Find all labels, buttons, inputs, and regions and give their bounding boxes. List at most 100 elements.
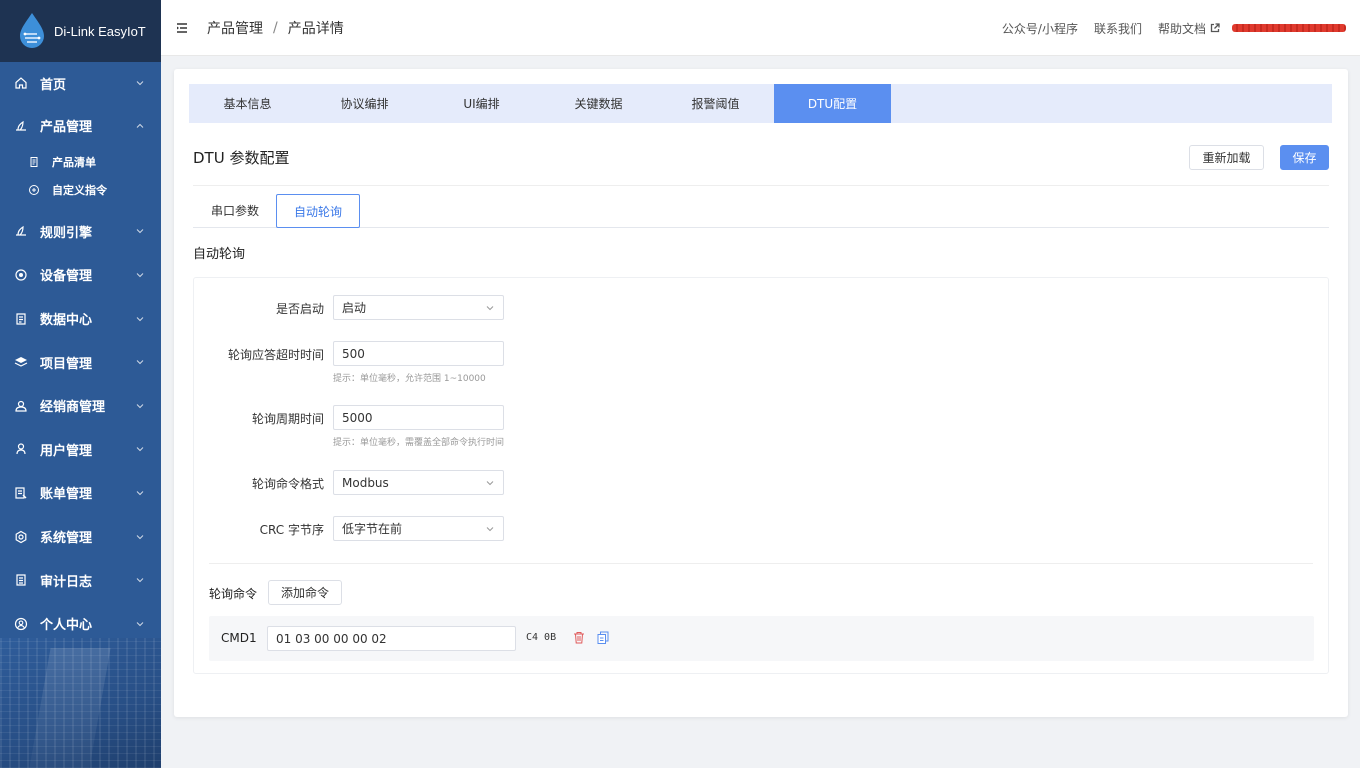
timeout-input-field[interactable] — [342, 346, 503, 361]
water-drop-logo-icon — [20, 13, 44, 48]
timeout-label: 轮询应答超时时间 — [227, 348, 324, 362]
period-hint: 提示：单位毫秒，需覆盖全部命令执行时间 — [333, 438, 505, 448]
sidebar-item-home[interactable]: 首页 — [0, 62, 161, 104]
period-input-field[interactable] — [342, 410, 503, 425]
command-input-field[interactable] — [276, 631, 515, 646]
sidebar-item-label: 设备管理 — [40, 269, 93, 285]
sidebar-item-label: 产品管理 — [40, 120, 93, 136]
sidebar-item-product[interactable]: 产品管理 — [0, 104, 161, 148]
sidebar-item-custom-command[interactable]: 自定义指令 — [0, 176, 161, 204]
crc-label: CRC 字节序 — [259, 523, 324, 537]
brand-name: Di-Link EasyIoT — [54, 23, 146, 39]
sidebar-subitem-label: 自定义指令 — [52, 183, 107, 197]
home-icon — [14, 76, 28, 90]
sidebar-item-label: 系统管理 — [40, 531, 93, 547]
format-select-value: Modbus — [342, 475, 389, 490]
period-label: 轮询周期时间 — [251, 412, 324, 426]
product-tabs: 基本信息 协议编排 UI编排 关键数据 报警阈值 DTU配置 — [189, 84, 1332, 123]
chevron-down-icon — [136, 273, 144, 278]
tab-key-data[interactable]: 关键数据 — [540, 84, 657, 123]
tab-dtu-config[interactable]: DTU配置 — [774, 84, 891, 123]
page-title: DTU 参数配置 — [193, 149, 290, 167]
tab-alarm-threshold[interactable]: 报警阈值 — [657, 84, 774, 123]
chevron-down-icon — [486, 306, 494, 311]
sidebar-item-label: 用户管理 — [40, 443, 93, 459]
chevron-down-icon — [486, 481, 494, 486]
tab-basic-info[interactable]: 基本信息 — [189, 84, 306, 123]
sidebar-item-users[interactable]: 用户管理 — [0, 428, 161, 472]
sidebar-item-data-center[interactable]: 数据中心 — [0, 297, 161, 341]
save-button[interactable]: 保存 — [1280, 145, 1329, 170]
top-header: 产品管理 / 产品详情 公众号/小程序 联系我们 帮助文档 — [161, 0, 1360, 56]
sidebar-item-bills[interactable]: 账单管理 — [0, 471, 161, 515]
sidebar: Di-Link EasyIoT 首页 产品管理 产品清单 自定义指令 规则引擎 — [0, 0, 161, 768]
menu-toggle-icon[interactable] — [175, 21, 189, 35]
layers-icon — [14, 355, 28, 369]
tab-protocol[interactable]: 协议编排 — [306, 84, 423, 123]
sidebar-item-label: 审计日志 — [40, 574, 93, 590]
brand[interactable]: Di-Link EasyIoT — [0, 0, 161, 62]
reload-button[interactable]: 重新加载 — [1189, 145, 1264, 170]
sidebar-item-product-list[interactable]: 产品清单 — [0, 148, 161, 176]
settings-icon — [14, 530, 28, 544]
enable-label: 是否启动 — [275, 302, 324, 316]
user-account-redacted[interactable] — [1232, 24, 1346, 32]
rule-icon — [14, 224, 28, 238]
product-icon — [14, 119, 28, 133]
section-heading: 自动轮询 — [193, 247, 246, 262]
period-input[interactable] — [333, 405, 504, 430]
polling-form: 是否启动 启动 轮询应答超时时间 提示：单位毫秒，允许范围 1~10000 轮询… — [193, 277, 1329, 674]
chevron-down-icon — [136, 229, 144, 234]
copy-icon[interactable] — [597, 631, 609, 644]
crc-select-value: 低字节在前 — [342, 522, 403, 536]
breadcrumb-item-product[interactable]: 产品管理 — [207, 18, 263, 38]
enable-select[interactable]: 启动 — [333, 295, 504, 320]
divider — [193, 185, 1329, 186]
command-input[interactable] — [267, 626, 516, 651]
chevron-up-icon — [136, 123, 144, 128]
user-icon — [14, 442, 28, 456]
sidebar-item-profile[interactable]: 个人中心 — [0, 602, 161, 646]
breadcrumb-separator: / — [273, 19, 278, 36]
help-docs-label: 帮助文档 — [1157, 21, 1206, 36]
timeout-hint: 提示：单位毫秒，允许范围 1~10000 — [333, 374, 486, 384]
dealer-icon — [14, 399, 28, 413]
header-links: 公众号/小程序 联系我们 帮助文档 — [986, 0, 1346, 56]
product-detail-card: 基本信息 协议编排 UI编排 关键数据 报警阈值 DTU配置 DTU 参数配置 … — [174, 69, 1348, 717]
sidebar-item-audit-log[interactable]: 审计日志 — [0, 558, 161, 602]
sidebar-item-rule-engine[interactable]: 规则引擎 — [0, 210, 161, 254]
chevron-down-icon — [486, 527, 494, 532]
sidebar-item-project[interactable]: 项目管理 — [0, 340, 161, 384]
chevron-down-icon — [136, 621, 144, 626]
chevron-down-icon — [136, 534, 144, 539]
timeout-input[interactable] — [333, 341, 504, 366]
sidebar-item-label: 项目管理 — [40, 356, 93, 372]
command-label: CMD1 — [221, 631, 257, 645]
command-crc: C4 0B — [526, 632, 557, 643]
command-row: CMD1 C4 0B — [209, 616, 1314, 661]
sidebar-item-device[interactable]: 设备管理 — [0, 253, 161, 297]
data-icon — [14, 312, 28, 326]
config-subtabs: 串口参数 自动轮询 — [193, 194, 1329, 228]
wechat-link[interactable]: 公众号/小程序 — [1002, 20, 1078, 37]
external-link-icon — [1210, 23, 1220, 33]
chevron-down-icon — [136, 447, 144, 452]
format-select[interactable]: Modbus — [333, 470, 504, 495]
tab-ui-layout[interactable]: UI编排 — [423, 84, 540, 123]
subtab-serial-params[interactable]: 串口参数 — [193, 194, 277, 227]
delete-icon[interactable] — [573, 631, 585, 644]
add-command-button[interactable]: 添加命令 — [268, 580, 342, 605]
contact-link[interactable]: 联系我们 — [1094, 20, 1142, 37]
crc-select[interactable]: 低字节在前 — [333, 516, 504, 541]
sidebar-item-system[interactable]: 系统管理 — [0, 515, 161, 559]
sidebar-item-label: 规则引擎 — [40, 225, 93, 241]
sidebar-item-dealer[interactable]: 经销商管理 — [0, 384, 161, 428]
chevron-down-icon — [136, 491, 144, 496]
product-submenu: 产品清单 自定义指令 — [0, 148, 161, 210]
list-icon — [28, 156, 40, 168]
subtab-auto-polling[interactable]: 自动轮询 — [276, 194, 360, 228]
sidebar-item-label: 账单管理 — [40, 487, 93, 503]
help-docs-link[interactable]: 帮助文档 — [1158, 20, 1220, 37]
divider — [209, 563, 1313, 564]
profile-icon — [14, 617, 28, 631]
